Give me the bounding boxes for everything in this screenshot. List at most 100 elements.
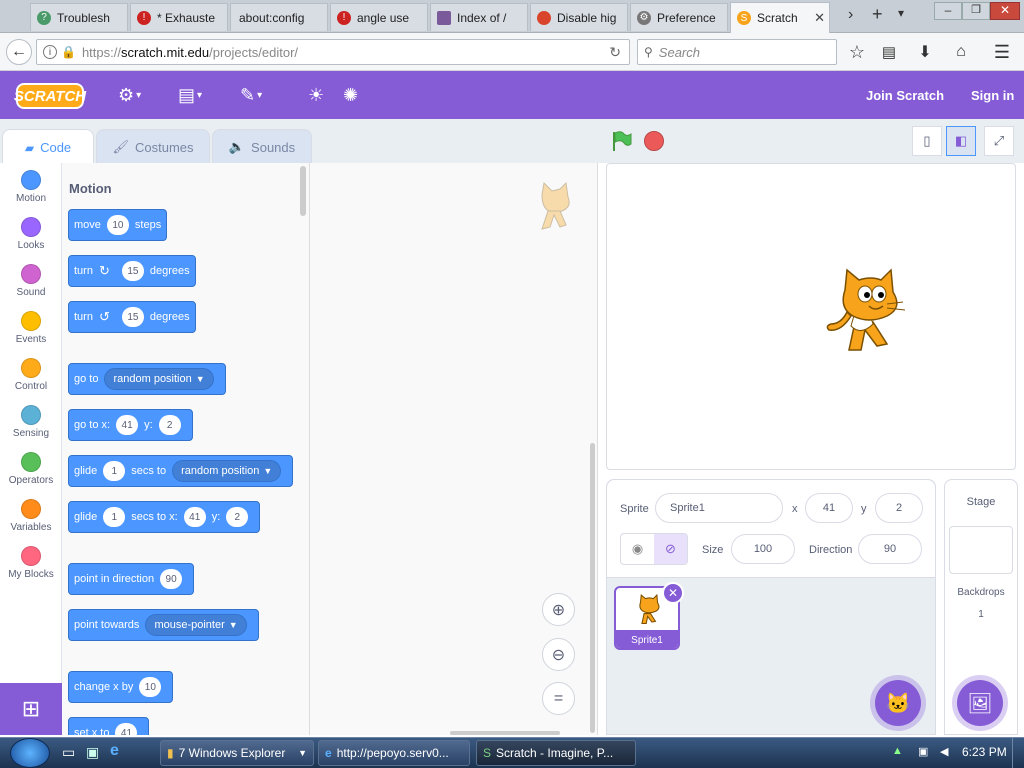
close-icon[interactable]: ✕ xyxy=(814,10,825,26)
browser-tab-2[interactable]: ! * Exhauste xyxy=(130,3,228,31)
target-dropdown[interactable]: random position ▼ xyxy=(172,460,282,482)
sprite-size-input[interactable]: 100 xyxy=(731,534,795,564)
browser-tab-1[interactable]: ? Troublesh xyxy=(30,3,128,31)
browser-tab-active[interactable]: S Scratch ✕ xyxy=(730,2,830,33)
tab-code[interactable]: ▰ Code xyxy=(2,129,94,165)
start-button[interactable] xyxy=(10,738,50,768)
zoom-in-button[interactable]: ⊕ xyxy=(542,593,575,626)
network-icon[interactable]: ▲ xyxy=(892,745,903,757)
block-turn-left[interactable]: turn ↺ 15 degrees xyxy=(68,301,196,333)
url-bar[interactable]: i 🔒 https://scratch.mit.edu/projects/edi… xyxy=(36,39,630,65)
stage-thumbnail[interactable] xyxy=(949,526,1013,574)
browser-tab-5[interactable]: Index of / xyxy=(430,3,528,31)
settings-menu-icon[interactable]: ⚙ ▾ xyxy=(118,83,141,107)
category-operators[interactable]: Operators xyxy=(0,445,62,492)
normal-stage-button[interactable]: ◧ xyxy=(946,126,976,156)
choose-sprite-button[interactable]: 🐱 xyxy=(875,680,921,726)
palette-scrollbar[interactable] xyxy=(300,166,306,216)
reading-list-icon[interactable]: ▤ xyxy=(878,41,900,63)
sprite-name-input[interactable]: Sprite1 xyxy=(655,493,783,523)
edit-menu-icon[interactable]: ✎ ▾ xyxy=(240,83,262,107)
y-input[interactable]: 2 xyxy=(158,415,181,435)
sprite-x-input[interactable]: 41 xyxy=(805,493,853,523)
secs-input[interactable]: 1 xyxy=(103,507,126,527)
sprite-direction-input[interactable]: 90 xyxy=(858,534,922,564)
tab-sounds[interactable]: 🔈 Sounds xyxy=(212,129,312,164)
browser-tab-6[interactable]: Disable hig xyxy=(530,3,628,31)
taskbar-browser[interactable]: e http://pepoyo.serv0... xyxy=(318,740,470,766)
clock-time[interactable]: 6:23 PM xyxy=(962,745,1007,759)
category-my-blocks[interactable]: My Blocks xyxy=(0,539,62,586)
taskbar-scratch[interactable]: S Scratch - Imagine, P... xyxy=(476,740,636,766)
taskbar-explorer[interactable]: ▮ 7 Windows Explorer ▼ xyxy=(160,740,314,766)
secs-input[interactable]: 1 xyxy=(103,461,126,481)
block-turn-right[interactable]: turn ↻ 15 degrees xyxy=(68,255,196,287)
hide-eye-icon[interactable]: ⊘ xyxy=(654,534,687,564)
change-x-input[interactable]: 10 xyxy=(139,677,162,697)
back-icon[interactable]: ← xyxy=(6,39,32,65)
zoom-reset-button[interactable]: = xyxy=(542,682,575,715)
block-set-x[interactable]: set x to 41 xyxy=(68,717,150,735)
download-icon[interactable]: ⬇ xyxy=(914,41,936,63)
small-stage-button[interactable]: ▯ xyxy=(912,126,942,156)
info-icon[interactable]: i xyxy=(43,45,57,59)
sprite-y-input[interactable]: 2 xyxy=(875,493,923,523)
tutorials-lightbulb-icon[interactable]: ☀ xyxy=(308,83,324,107)
tab-costumes[interactable]: 🖌 Costumes xyxy=(96,129,210,164)
target-dropdown[interactable]: random position ▼ xyxy=(104,368,214,390)
star-icon[interactable]: ☆ xyxy=(846,41,868,63)
scratch-cat-sprite[interactable] xyxy=(821,266,911,358)
browser-tab-4[interactable]: ! angle use xyxy=(330,3,428,31)
reload-icon[interactable]: ↻ xyxy=(609,44,621,61)
hamburger-menu-icon[interactable]: ☰ xyxy=(990,41,1014,63)
delete-sprite-button[interactable]: ✕ xyxy=(662,582,684,604)
window-close-icon[interactable]: ✕ xyxy=(990,2,1020,20)
tab-scroll-right-icon[interactable]: › xyxy=(848,6,853,24)
block-glide-to[interactable]: glide 1 secs to random position ▼ xyxy=(68,455,294,487)
category-control[interactable]: Control xyxy=(0,351,62,398)
category-looks[interactable]: Looks xyxy=(0,210,62,257)
category-sound[interactable]: Sound xyxy=(0,257,62,304)
stop-icon[interactable] xyxy=(644,131,664,151)
degrees-input[interactable]: 15 xyxy=(121,307,144,327)
x-input[interactable]: 41 xyxy=(116,415,139,435)
browser-tab-7[interactable]: ⚙ Preference xyxy=(630,3,728,31)
direction-input[interactable]: 90 xyxy=(160,569,183,589)
category-variables[interactable]: Variables xyxy=(0,492,62,539)
set-x-input[interactable]: 41 xyxy=(115,723,138,735)
category-sensing[interactable]: Sensing xyxy=(0,398,62,445)
ie-quicklaunch-icon[interactable]: e xyxy=(110,742,119,760)
show-desktop-icon[interactable]: ▭ xyxy=(62,744,75,761)
minimize-icon[interactable]: – xyxy=(934,2,962,20)
add-extension-button[interactable]: ⊞ xyxy=(0,683,62,735)
restore-icon[interactable]: ❐ xyxy=(962,2,990,20)
block-go-to-xy[interactable]: go to x: 41 y: 2 xyxy=(68,409,193,441)
zoom-out-button[interactable]: ⊖ xyxy=(542,638,575,671)
y-input[interactable]: 2 xyxy=(226,507,249,527)
display-icon[interactable]: ▣ xyxy=(918,745,928,758)
search-input[interactable]: ⚲ Search xyxy=(637,39,837,65)
show-eye-icon[interactable]: ◉ xyxy=(621,534,654,564)
fullscreen-button[interactable]: ⤢ xyxy=(984,126,1014,156)
join-scratch-link[interactable]: Join Scratch xyxy=(866,88,944,103)
script-scrollbar-v[interactable] xyxy=(590,443,595,733)
volume-icon[interactable]: ◀ xyxy=(940,745,948,758)
block-go-to[interactable]: go to random position ▼ xyxy=(68,363,226,395)
block-point-towards[interactable]: point towards mouse-pointer ▼ xyxy=(68,609,259,641)
script-scrollbar-h[interactable] xyxy=(450,731,560,735)
choose-backdrop-button[interactable]: 🖼 xyxy=(957,680,1003,726)
debug-bug-icon[interactable]: ✺ xyxy=(343,83,358,107)
category-motion[interactable]: Motion xyxy=(0,163,62,210)
steps-input[interactable]: 10 xyxy=(106,215,129,235)
block-point-in-direction[interactable]: point in direction 90 xyxy=(68,563,195,595)
sign-in-link[interactable]: Sign in xyxy=(971,88,1014,103)
category-events[interactable]: Events xyxy=(0,304,62,351)
degrees-input[interactable]: 15 xyxy=(121,261,144,281)
switch-windows-icon[interactable]: ▣ xyxy=(86,744,99,761)
towards-dropdown[interactable]: mouse-pointer ▼ xyxy=(145,614,247,636)
block-glide-to-xy[interactable]: glide 1 secs to x: 41 y: 2 xyxy=(68,501,261,533)
stage-canvas[interactable] xyxy=(606,163,1016,470)
home-icon[interactable]: ⌂ xyxy=(950,41,972,63)
show-desktop-button[interactable] xyxy=(1012,738,1024,768)
block-change-x[interactable]: change x by 10 xyxy=(68,671,174,703)
